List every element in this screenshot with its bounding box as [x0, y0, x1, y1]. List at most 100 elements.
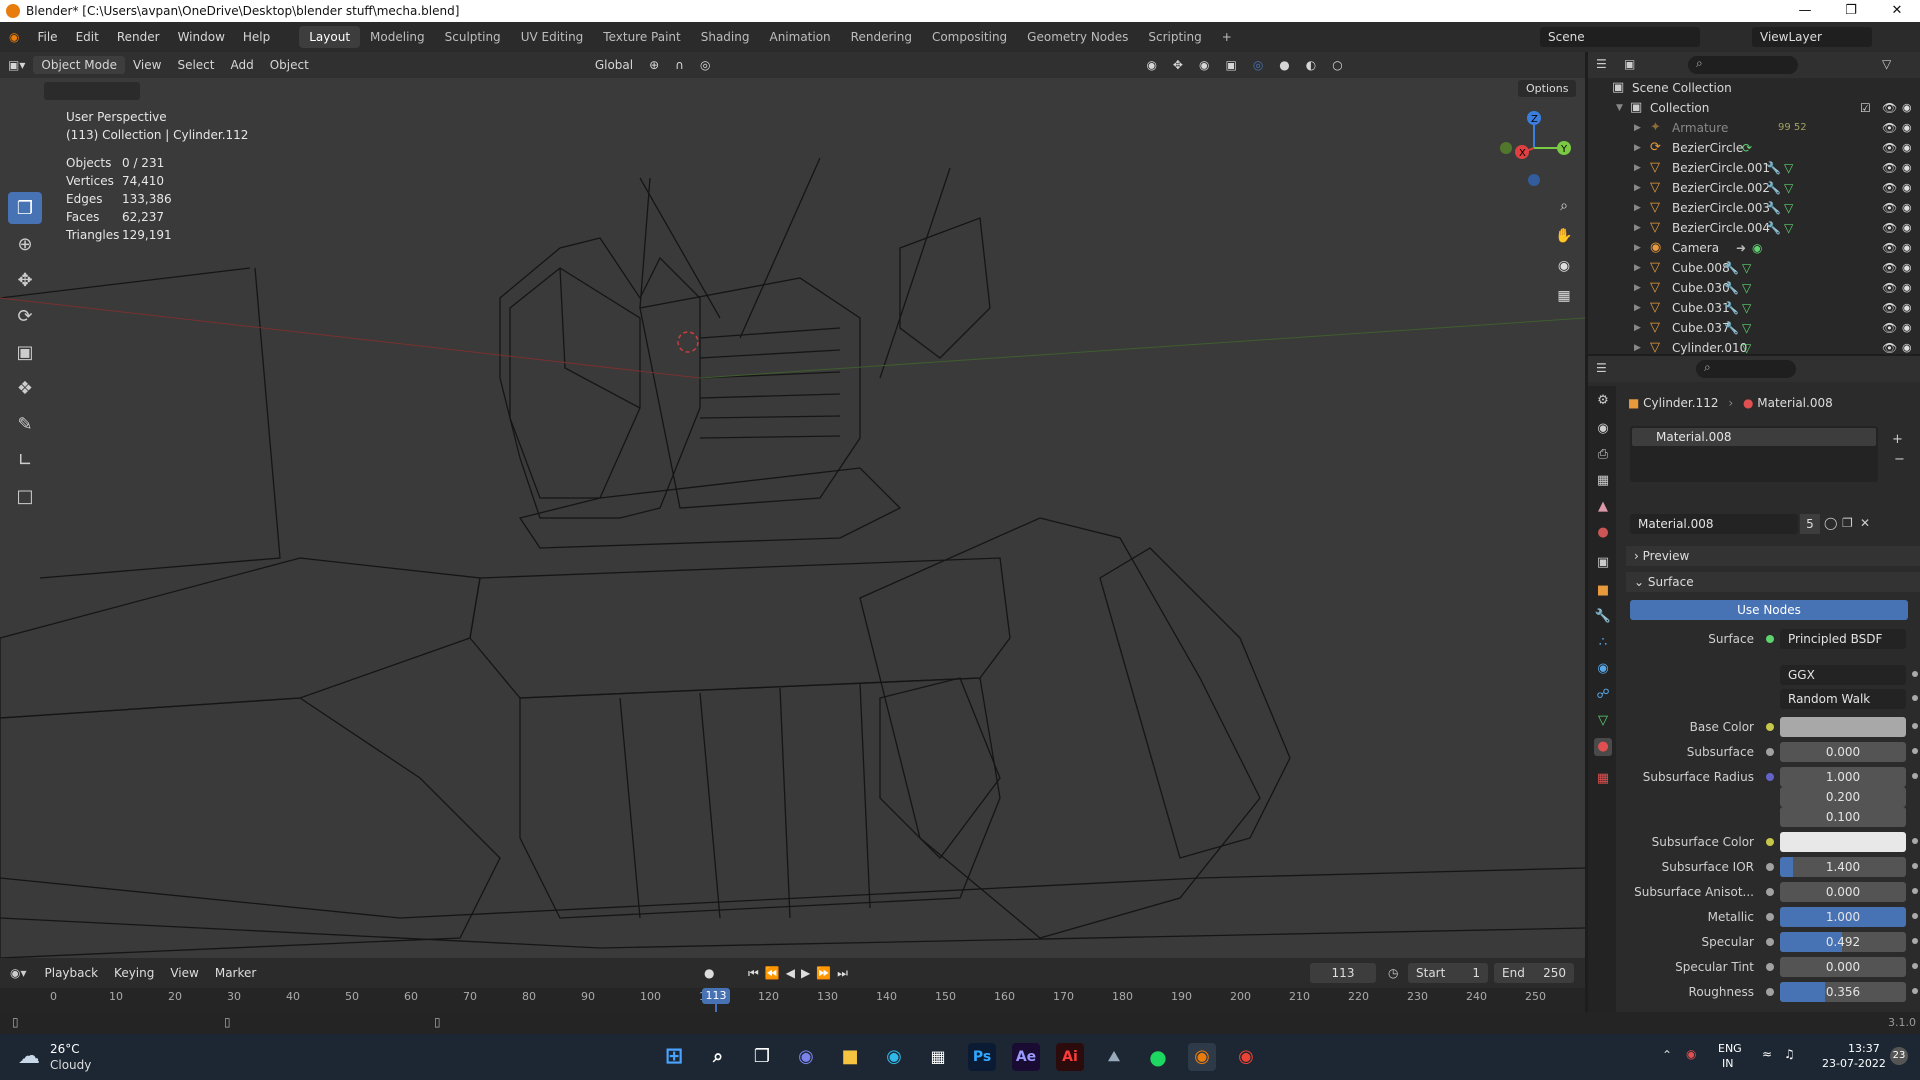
selection-mode-group[interactable]	[44, 82, 140, 100]
keyframe-dot-icon[interactable]	[1912, 888, 1918, 894]
material-name-field[interactable]: Material.008	[1630, 514, 1798, 534]
value-slider[interactable]: 1.400	[1780, 857, 1906, 877]
menu-window[interactable]: Window	[169, 30, 234, 44]
tab-geometry-nodes[interactable]: Geometry Nodes	[1017, 26, 1138, 48]
render-tab-icon[interactable]: ◉	[1594, 420, 1612, 438]
constraints-tab-icon[interactable]: ☍	[1594, 686, 1612, 704]
playhead[interactable]: 113	[702, 988, 730, 1004]
photoshop-icon[interactable]: Ps	[968, 1043, 996, 1071]
outliner-search-input[interactable]: ⌕	[1688, 56, 1798, 74]
outliner-item[interactable]: ▶ ⟳ BezierCircle ⟳ 👁 ◉	[1588, 138, 1920, 158]
menu-marker[interactable]: Marker	[207, 966, 264, 980]
outliner-item[interactable]: ▶ ▽ Cube.030 🔧 ▽ 👁 ◉	[1588, 278, 1920, 298]
outliner-item[interactable]: ▶ ▽ Cylinder.010 ▽ 👁 ◉	[1588, 338, 1920, 355]
chrome-icon[interactable]: ◉	[1232, 1043, 1260, 1071]
menu-render[interactable]: Render	[108, 30, 169, 44]
preview-panel-header[interactable]: › Preview	[1626, 546, 1920, 566]
value-slider[interactable]: 0.356	[1780, 982, 1906, 1002]
collection-tab-icon[interactable]: ▣	[1594, 554, 1612, 572]
fake-user-icon[interactable]: ◯	[1824, 516, 1837, 530]
filter-icon[interactable]: ▽	[1882, 57, 1891, 71]
snap-icon[interactable]: ∩	[667, 58, 692, 72]
select-box-icon[interactable]: ❐	[8, 192, 42, 224]
after-effects-icon[interactable]: Ae	[1012, 1043, 1040, 1071]
overlay-toggle-icon[interactable]: ◉	[1191, 58, 1217, 72]
start-frame-field[interactable]: Start 1	[1408, 963, 1488, 983]
menu-help[interactable]: Help	[234, 30, 279, 44]
duplicate-material-icon[interactable]: ❐	[1842, 516, 1853, 530]
tab-scripting[interactable]: Scripting	[1138, 26, 1211, 48]
tab-texture-paint[interactable]: Texture Paint	[593, 26, 690, 48]
camera-view-icon[interactable]: ◉	[1552, 254, 1576, 278]
teams-chat-icon[interactable]: ◉	[792, 1043, 820, 1071]
menu-add[interactable]: Add	[222, 58, 261, 72]
outliner-editor-icon[interactable]: ☰	[1596, 57, 1607, 71]
keyframe-dot-icon[interactable]	[1912, 863, 1918, 869]
world-tab-icon[interactable]: ●	[1594, 524, 1612, 542]
subsurface-method-dropdown[interactable]: Random Walk	[1780, 689, 1906, 709]
value-slider[interactable]: 0.200	[1780, 787, 1906, 807]
material-tab-icon[interactable]: ●	[1594, 738, 1612, 756]
weather-icon[interactable]: ☁	[18, 1044, 40, 1069]
material-shading-icon[interactable]: ◐	[1298, 58, 1324, 72]
measure-tool-icon[interactable]: ∟	[8, 444, 42, 476]
add-slot-icon[interactable]: +	[1892, 432, 1903, 447]
menu-object[interactable]: Object	[262, 58, 317, 72]
texture-tab-icon[interactable]: ▦	[1594, 770, 1612, 788]
zoom-icon[interactable]: ⌕	[1552, 194, 1576, 218]
object-tab-icon[interactable]: ■	[1594, 582, 1612, 600]
antivirus-icon[interactable]: ◉	[1686, 1047, 1696, 1061]
modifier-tab-icon[interactable]: 🔧	[1594, 608, 1612, 626]
editor-type-icon[interactable]: ▣▾	[0, 58, 33, 72]
menu-timeline-view[interactable]: View	[162, 966, 206, 980]
wireframe-shading-icon[interactable]: ◎	[1245, 58, 1271, 72]
keyframe-dot-icon[interactable]	[1912, 988, 1918, 994]
menu-file[interactable]: File	[28, 30, 66, 44]
outliner-item[interactable]: ▶ ▽ BezierCircle.002 🔧 ▽ 👁 ◉	[1588, 178, 1920, 198]
outliner-item[interactable]: ▶ ▽ BezierCircle.003 🔧 ▽ 👁 ◉	[1588, 198, 1920, 218]
properties-search-input[interactable]: ⌕	[1696, 360, 1796, 378]
add-cube-tool-icon[interactable]: □	[8, 480, 42, 512]
keyframe-dot-icon[interactable]	[1912, 723, 1918, 729]
illustrator-icon[interactable]: Ai	[1056, 1043, 1084, 1071]
material-slot-list[interactable]: Material.008	[1630, 426, 1878, 482]
keyframe-dot-icon[interactable]	[1912, 773, 1918, 779]
material-slot[interactable]: Material.008	[1632, 428, 1876, 446]
menu-keying[interactable]: Keying	[106, 966, 162, 980]
task-view-icon[interactable]: ❐	[748, 1043, 776, 1071]
distribution-dropdown[interactable]: GGX	[1780, 665, 1906, 685]
gizmo-toggle-icon[interactable]: ✥	[1165, 58, 1191, 72]
physics-tab-icon[interactable]: ◉	[1594, 660, 1612, 678]
clock-time[interactable]: 13:37	[1848, 1042, 1880, 1055]
menu-playback[interactable]: Playback	[37, 966, 107, 980]
transform-tool-icon[interactable]: ❖	[8, 372, 42, 404]
output-tab-icon[interactable]: ⎙	[1594, 446, 1612, 464]
outliner-item[interactable]: ▶ ◉ Camera ➜ ◉ 👁 ◉	[1588, 238, 1920, 258]
remove-slot-icon[interactable]: −	[1894, 452, 1905, 467]
tab-animation[interactable]: Animation	[759, 26, 840, 48]
menu-select[interactable]: Select	[169, 58, 222, 72]
blender-menu-icon[interactable]: ◉	[0, 30, 28, 44]
wifi-icon[interactable]: ≈	[1762, 1047, 1772, 1061]
outliner-item[interactable]: ▶ ✦ Armature 99 52 👁 ◉	[1588, 118, 1920, 138]
use-nodes-button[interactable]: Use Nodes	[1630, 600, 1908, 620]
end-frame-field[interactable]: End 250	[1494, 963, 1574, 983]
value-slider[interactable]: 1.000	[1780, 907, 1906, 927]
tool-tab-icon[interactable]: ⚙	[1594, 392, 1612, 410]
value-slider[interactable]: 0.100	[1780, 807, 1906, 827]
volume-icon[interactable]: ♫	[1784, 1047, 1795, 1061]
add-workspace-icon[interactable]: +	[1212, 26, 1242, 48]
color-swatch[interactable]	[1780, 717, 1906, 737]
tab-sculpting[interactable]: Sculpting	[435, 26, 511, 48]
value-slider[interactable]: 0.000	[1780, 957, 1906, 977]
mode-selector[interactable]: Object Mode	[33, 56, 125, 74]
outliner-item[interactable]: ▶ ▽ Cube.037 🔧 ▽ 👁 ◉	[1588, 318, 1920, 338]
viewlayer-selector[interactable]: ViewLayer	[1752, 27, 1872, 47]
proportional-edit-icon[interactable]: ◎	[692, 58, 718, 72]
keyframe-dot-icon[interactable]	[1912, 913, 1918, 919]
tab-modeling[interactable]: Modeling	[360, 26, 435, 48]
tray-chevron-icon[interactable]: ⌃	[1662, 1048, 1672, 1062]
maximize-button[interactable]: ❐	[1828, 0, 1874, 22]
tab-layout[interactable]: Layout	[299, 26, 361, 48]
keyframe-dot-icon[interactable]	[1912, 838, 1918, 844]
